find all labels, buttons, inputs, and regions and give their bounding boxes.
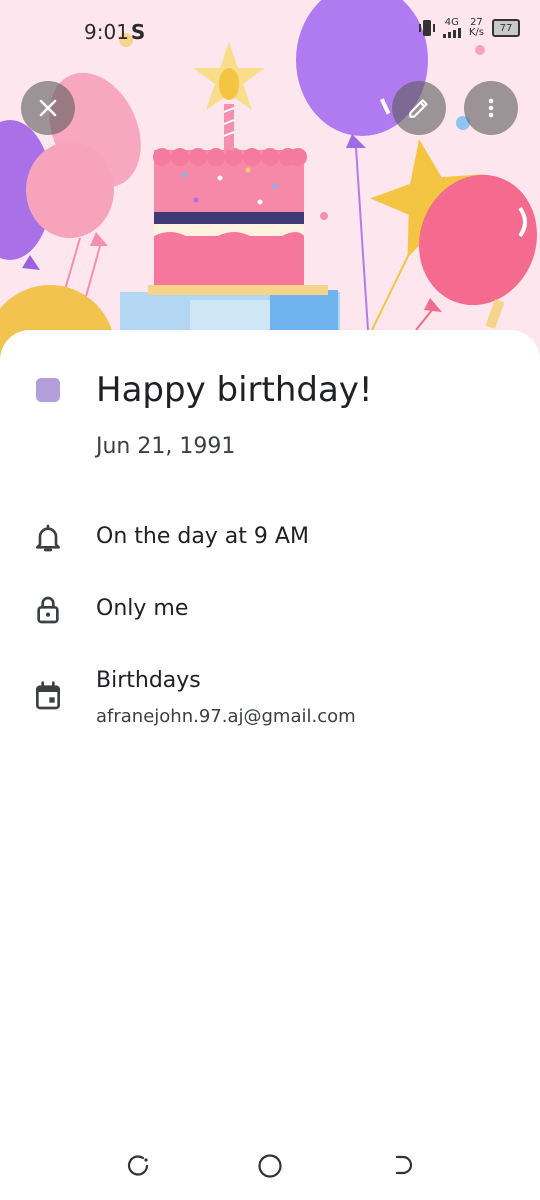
system-nav-bar	[0, 1126, 540, 1200]
pencil-icon	[409, 99, 428, 118]
recents-icon	[127, 1155, 149, 1176]
battery-level: 77	[499, 22, 513, 34]
more-vert-icon	[488, 98, 494, 118]
home-button[interactable]	[250, 1146, 290, 1186]
close-button[interactable]	[21, 81, 75, 135]
bell-icon	[36, 524, 60, 552]
more-options-button[interactable]	[464, 81, 518, 135]
edit-button[interactable]	[392, 81, 446, 135]
home-icon	[258, 1154, 282, 1178]
back-button[interactable]	[382, 1146, 422, 1186]
network-type-label: 4G	[444, 17, 459, 28]
calendar-account: afranejohn.97.aj@gmail.com	[96, 706, 356, 727]
net-speed-unit: K/s	[468, 27, 484, 38]
reminder-text[interactable]: On the day at 9 AM	[96, 524, 309, 549]
event-details-sheet	[0, 330, 540, 1200]
close-icon	[39, 99, 57, 117]
signal-bars-icon	[442, 28, 461, 38]
event-date: Jun 21, 1991	[96, 434, 236, 459]
vibrate-icon	[418, 20, 435, 36]
net-speed: 27 K/s	[469, 18, 484, 38]
calendar-icon	[36, 681, 60, 710]
calendar-name: Birthdays	[96, 668, 201, 693]
back-icon	[395, 1155, 413, 1175]
status-bar: 9:01 S 4G 27 K/s 77	[0, 0, 540, 60]
lock-icon	[37, 596, 59, 624]
event-color-swatch	[36, 378, 60, 402]
signal-4g: 4G	[442, 17, 461, 38]
status-time: 9:01 S	[84, 20, 145, 44]
carrier-glyph: S	[130, 20, 146, 44]
clock-time: 9:01	[84, 20, 129, 44]
recents-button[interactable]	[118, 1146, 158, 1186]
battery-icon: 77	[492, 19, 520, 37]
event-title: Happy birthday!	[96, 370, 373, 410]
status-indicators: 4G 27 K/s 77	[418, 17, 520, 38]
visibility-text: Only me	[96, 596, 189, 621]
